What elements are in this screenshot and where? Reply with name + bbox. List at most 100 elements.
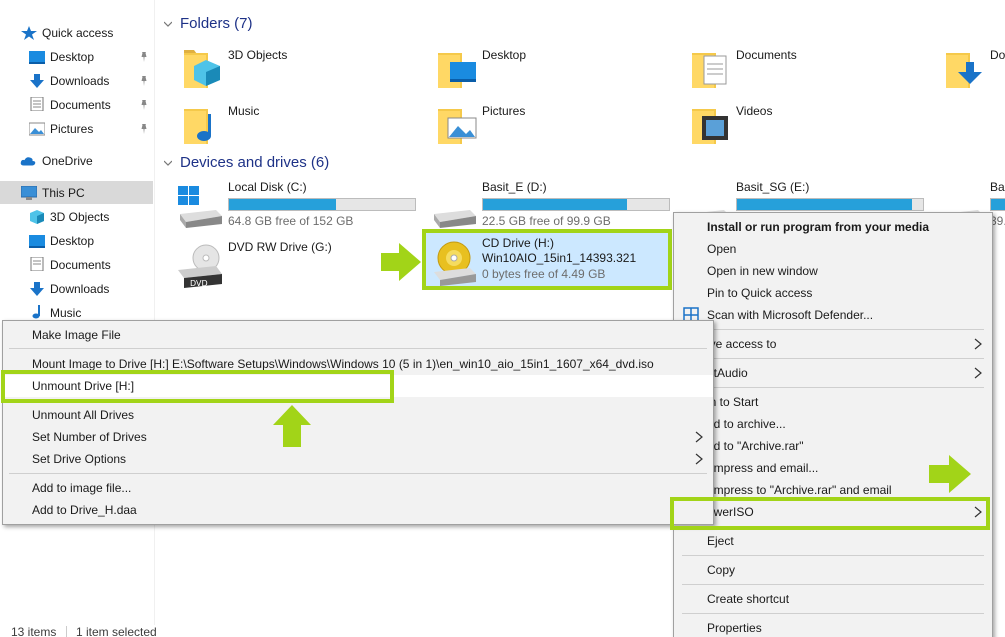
folder-name: Do [990,48,1005,62]
menu-item-pin-quick-access[interactable]: Pin to Quick access [674,282,992,304]
menu-item-create-shortcut[interactable]: Create shortcut [674,588,992,610]
menu-item-pin-start[interactable]: in to Start [674,391,992,413]
item-count: 13 items [11,625,57,637]
folder-tile-desktop[interactable]: Desktop [436,46,686,96]
menu-label: Add to Drive_H.daa [32,503,137,517]
menu-item-add-archive-rar[interactable]: dd to "Archive.rar" [674,435,992,457]
folder-tile-documents[interactable]: Documents [690,46,940,96]
drive-name: Bas [990,180,1005,194]
menu-label: Mount Image to Drive [H:] E:\Software Se… [32,357,654,371]
drive-name: DVD RW Drive (G:) [228,240,332,254]
folder-name: Videos [736,104,773,118]
menu-item-add-to-drive-daa[interactable]: Add to Drive_H.daa [3,499,713,521]
nav-onedrive[interactable]: OneDrive [0,149,153,172]
folder-desktop-icon [438,53,476,88]
menu-separator [682,358,984,359]
navigation-pane[interactable]: Quick access Desktop Downloads Documents… [0,0,155,625]
desktop-icon [29,235,45,248]
folder-name: Documents [736,48,797,62]
menu-label: ive access to [707,337,777,351]
menu-item-install-run[interactable]: Install or run program from your media [674,216,992,238]
folder-tile-pictures[interactable]: Pictures [436,102,686,152]
folder-tile-3d-objects[interactable]: 3D Objects [182,46,432,96]
status-divider [66,626,67,637]
download-arrow-icon [30,74,44,88]
drive-c[interactable]: Local Disk (C:) 64.8 GB free of 152 GB [176,180,426,232]
menu-label: Add to image file... [32,481,132,495]
nav-qa-downloads[interactable]: Downloads [0,69,153,92]
folder-tile-music[interactable]: Music [182,102,432,152]
nav-qa-pictures[interactable]: Pictures [0,117,153,140]
folder-documents-icon [692,53,727,88]
status-bar: 13 items 1 item selected [0,625,1005,637]
drive-usage-bar [228,198,416,211]
svg-text:DVD: DVD [190,279,208,288]
poweriso-submenu[interactable]: Make Image File Mount Image to Drive [H:… [2,320,714,525]
drive-usage-bar [482,198,670,211]
menu-item-getaudio[interactable]: etAudio [674,362,992,384]
arrow-right-icon [381,243,421,281]
menu-item-copy[interactable]: Copy [674,559,992,581]
folder-downloads-icon [946,53,982,88]
folder-name: Desktop [482,48,527,62]
context-menu[interactable]: Install or run program from your media O… [673,212,993,637]
pin-icon[interactable] [139,52,149,62]
folder-name: 3D Objects [228,48,288,62]
menu-item-unmount-all[interactable]: Unmount All Drives [3,404,713,426]
menu-item-set-drive-options[interactable]: Set Drive Options [3,448,713,470]
menu-item-add-archive[interactable]: dd to archive... [674,413,992,435]
menu-item-give-access[interactable]: ive access to [674,333,992,355]
menu-item-scan-defender[interactable]: Scan with Microsoft Defender... [674,304,992,326]
highlight-frame [1,370,394,403]
folders-section-header[interactable]: Folders (7) [164,15,253,32]
nav-label: Desktop [50,234,95,248]
document-icon [30,97,44,111]
arrow-right-icon [929,455,971,493]
hard-drive-icon [434,210,476,228]
menu-item-open-new-window[interactable]: Open in new window [674,260,992,282]
menu-label: Open [707,242,737,256]
menu-label: Set Drive Options [32,452,127,466]
nav-label: OneDrive [42,154,93,168]
menu-item-make-image[interactable]: Make Image File [3,324,713,346]
nav-pc-documents[interactable]: Documents [0,253,153,276]
menu-item-eject[interactable]: Eject [674,530,992,552]
nav-pc-3d-objects[interactable]: 3D Objects [0,205,153,228]
nav-label: This PC [42,186,85,200]
pin-icon[interactable] [139,76,149,86]
menu-label: Make Image File [32,328,121,342]
nav-label: Downloads [50,282,110,296]
menu-separator [682,329,984,330]
section-title: Devices and drives (6) [180,154,330,171]
menu-item-open[interactable]: Open [674,238,992,260]
menu-label: Open in new window [707,264,818,278]
nav-qa-desktop[interactable]: Desktop [0,45,153,68]
drive-usage-fill [737,199,912,210]
chevron-right-icon [974,367,982,379]
drive-usage-fill [483,199,628,210]
pin-icon[interactable] [139,124,149,134]
nav-pc-desktop[interactable]: Desktop [0,229,153,252]
menu-item-set-number-drives[interactable]: Set Number of Drives [3,426,713,448]
menu-item-add-image-file[interactable]: Add to image file... [3,477,713,499]
folder-tile-videos[interactable]: Videos [690,102,940,152]
nav-label: Pictures [50,122,94,136]
document-icon [30,257,44,271]
music-note-icon [32,305,40,319]
nav-qa-documents[interactable]: Documents [0,93,153,116]
folder-music-icon [184,109,211,144]
nav-label: Documents [50,98,111,112]
nav-quick-access[interactable]: Quick access [0,21,153,44]
section-title: Folders (7) [180,15,253,32]
nav-pc-downloads[interactable]: Downloads [0,277,153,300]
devices-section-header[interactable]: Devices and drives (6) [164,154,329,171]
drive-d[interactable]: Basit_E (D:) 22.5 GB free of 99.9 GB [430,180,680,232]
pin-icon[interactable] [139,100,149,110]
drive-usage-bar [990,198,1005,211]
nav-label: Documents [50,258,111,272]
folder-tile-downloads[interactable]: Do [944,46,1005,96]
nav-this-pc[interactable]: This PC [0,181,153,204]
menu-label: ompress and email... [707,461,819,475]
menu-label: Install or run program from your media [707,220,930,234]
folder-pictures-icon [438,109,477,144]
